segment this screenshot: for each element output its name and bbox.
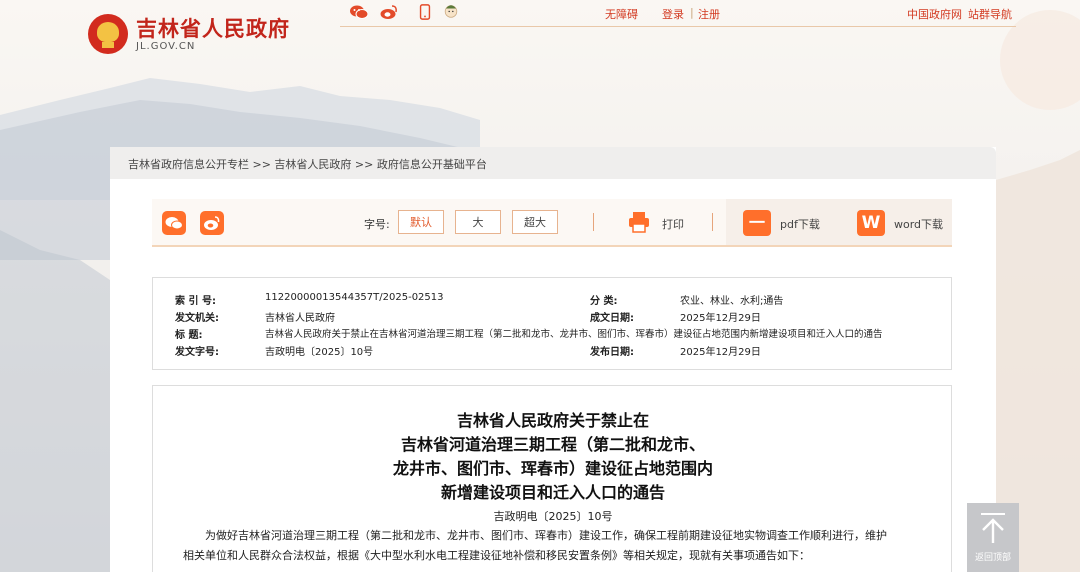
wechat-icon[interactable] bbox=[350, 4, 368, 20]
china-gov-link[interactable]: 中国政府网 bbox=[907, 6, 962, 22]
arrow-up-icon bbox=[981, 513, 1005, 543]
article-paragraph-line: 为做好吉林省河道治理三期工程（第二批和龙市、龙井市、图们市、珲春市）建设工作，确… bbox=[205, 529, 887, 542]
mobile-icon[interactable] bbox=[416, 4, 434, 20]
document-metadata: 索 引 号: 11220000013544357T/2025-02513 分 类… bbox=[152, 277, 952, 370]
published-date-label: 发布日期: bbox=[590, 347, 634, 358]
word-icon[interactable]: W bbox=[857, 210, 885, 236]
link-separator: | bbox=[690, 6, 694, 19]
back-to-top-label: 返回顶部 bbox=[974, 553, 1011, 563]
published-date-value: 2025年12月29日 bbox=[680, 347, 761, 358]
avatar-icon[interactable] bbox=[442, 2, 460, 18]
article-toolbar: 字号: 默认 大 超大 打印 一 pdf下载 W word下载 bbox=[152, 199, 952, 247]
doc-number-value: 吉政明电〔2025〕10号 bbox=[265, 347, 374, 358]
font-size-default-button[interactable]: 默认 bbox=[398, 210, 444, 234]
print-button[interactable]: 打印 bbox=[662, 216, 684, 232]
article-title-line: 吉林省人民政府关于禁止在 bbox=[456, 411, 649, 430]
top-bar: 无障碍 登录 | 注册 中国政府网 站群导航 bbox=[340, 0, 1016, 27]
wechat-icon bbox=[165, 217, 183, 230]
toolbar-divider bbox=[712, 213, 713, 231]
site-title: 吉林省人民政府 bbox=[136, 16, 290, 41]
register-link[interactable]: 注册 bbox=[698, 6, 720, 22]
category-value: 农业、林业、水利;通告 bbox=[680, 296, 784, 307]
index-value: 11220000013544357T/2025-02513 bbox=[265, 292, 444, 303]
site-logo[interactable]: 吉林省人民政府 JL.GOV.CN bbox=[88, 14, 290, 54]
article-paragraph-line: 相关单位和人民群众合法权益，根据《大中型水利水电工程建设征地补偿和移民安置条例》… bbox=[183, 549, 810, 562]
article-content: 吉林省人民政府关于禁止在 吉林省河道治理三期工程（第二批和龙市、 龙井市、图们市… bbox=[152, 385, 952, 572]
main-panel: 吉林省政府信息公开专栏 >> 吉林省人民政府 >> 政府信息公开基础平台 字号:… bbox=[110, 147, 996, 572]
article-title-line: 新增建设项目和迁入人口的通告 bbox=[440, 483, 665, 502]
issuer-label: 发文机关: bbox=[175, 313, 219, 324]
weibo-icon bbox=[204, 216, 220, 230]
title-label: 标 题: bbox=[175, 330, 203, 341]
weibo-icon[interactable] bbox=[380, 4, 398, 20]
wechat-share-button[interactable] bbox=[162, 211, 186, 235]
weibo-share-button[interactable] bbox=[200, 211, 224, 235]
font-size-label: 字号: bbox=[364, 218, 390, 231]
back-to-top-button[interactable]: 返回顶部 bbox=[967, 503, 1019, 572]
site-domain: JL.GOV.CN bbox=[136, 40, 196, 52]
created-date-value: 2025年12月29日 bbox=[680, 313, 761, 324]
breadcrumb-text[interactable]: 吉林省政府信息公开专栏 >> 吉林省人民政府 >> 政府信息公开基础平台 bbox=[128, 156, 487, 172]
print-icon[interactable] bbox=[627, 210, 651, 234]
index-label: 索 引 号: bbox=[175, 296, 216, 307]
toolbar-divider bbox=[593, 213, 594, 231]
article-title-line: 吉林省河道治理三期工程（第二批和龙市、 bbox=[400, 435, 705, 454]
article-doc-number: 吉政明电〔2025〕10号 bbox=[493, 510, 613, 523]
category-label: 分 类: bbox=[590, 296, 618, 307]
national-emblem-icon bbox=[88, 14, 128, 54]
created-date-label: 成文日期: bbox=[590, 313, 634, 324]
issuer-value: 吉林省人民政府 bbox=[265, 313, 335, 324]
accessibility-link[interactable]: 无障碍 bbox=[605, 6, 638, 22]
font-size-large-button[interactable]: 大 bbox=[455, 210, 501, 234]
doc-number-label: 发文字号: bbox=[175, 347, 219, 358]
site-group-link[interactable]: 站群导航 bbox=[968, 6, 1012, 22]
pdf-icon[interactable]: 一 bbox=[743, 210, 771, 236]
article-title-line: 龙井市、图们市、珲春市）建设征占地范围内 bbox=[392, 459, 713, 478]
pdf-download-button[interactable]: pdf下载 bbox=[780, 216, 820, 232]
font-size-xlarge-button[interactable]: 超大 bbox=[512, 210, 558, 234]
word-download-button[interactable]: word下载 bbox=[894, 216, 943, 232]
login-link[interactable]: 登录 bbox=[662, 6, 684, 22]
breadcrumb: 吉林省政府信息公开专栏 >> 吉林省人民政府 >> 政府信息公开基础平台 bbox=[110, 147, 996, 179]
title-value: 吉林省人民政府关于禁止在吉林省河道治理三期工程（第二批和龙市、龙井市、图们市、珲… bbox=[265, 329, 883, 340]
